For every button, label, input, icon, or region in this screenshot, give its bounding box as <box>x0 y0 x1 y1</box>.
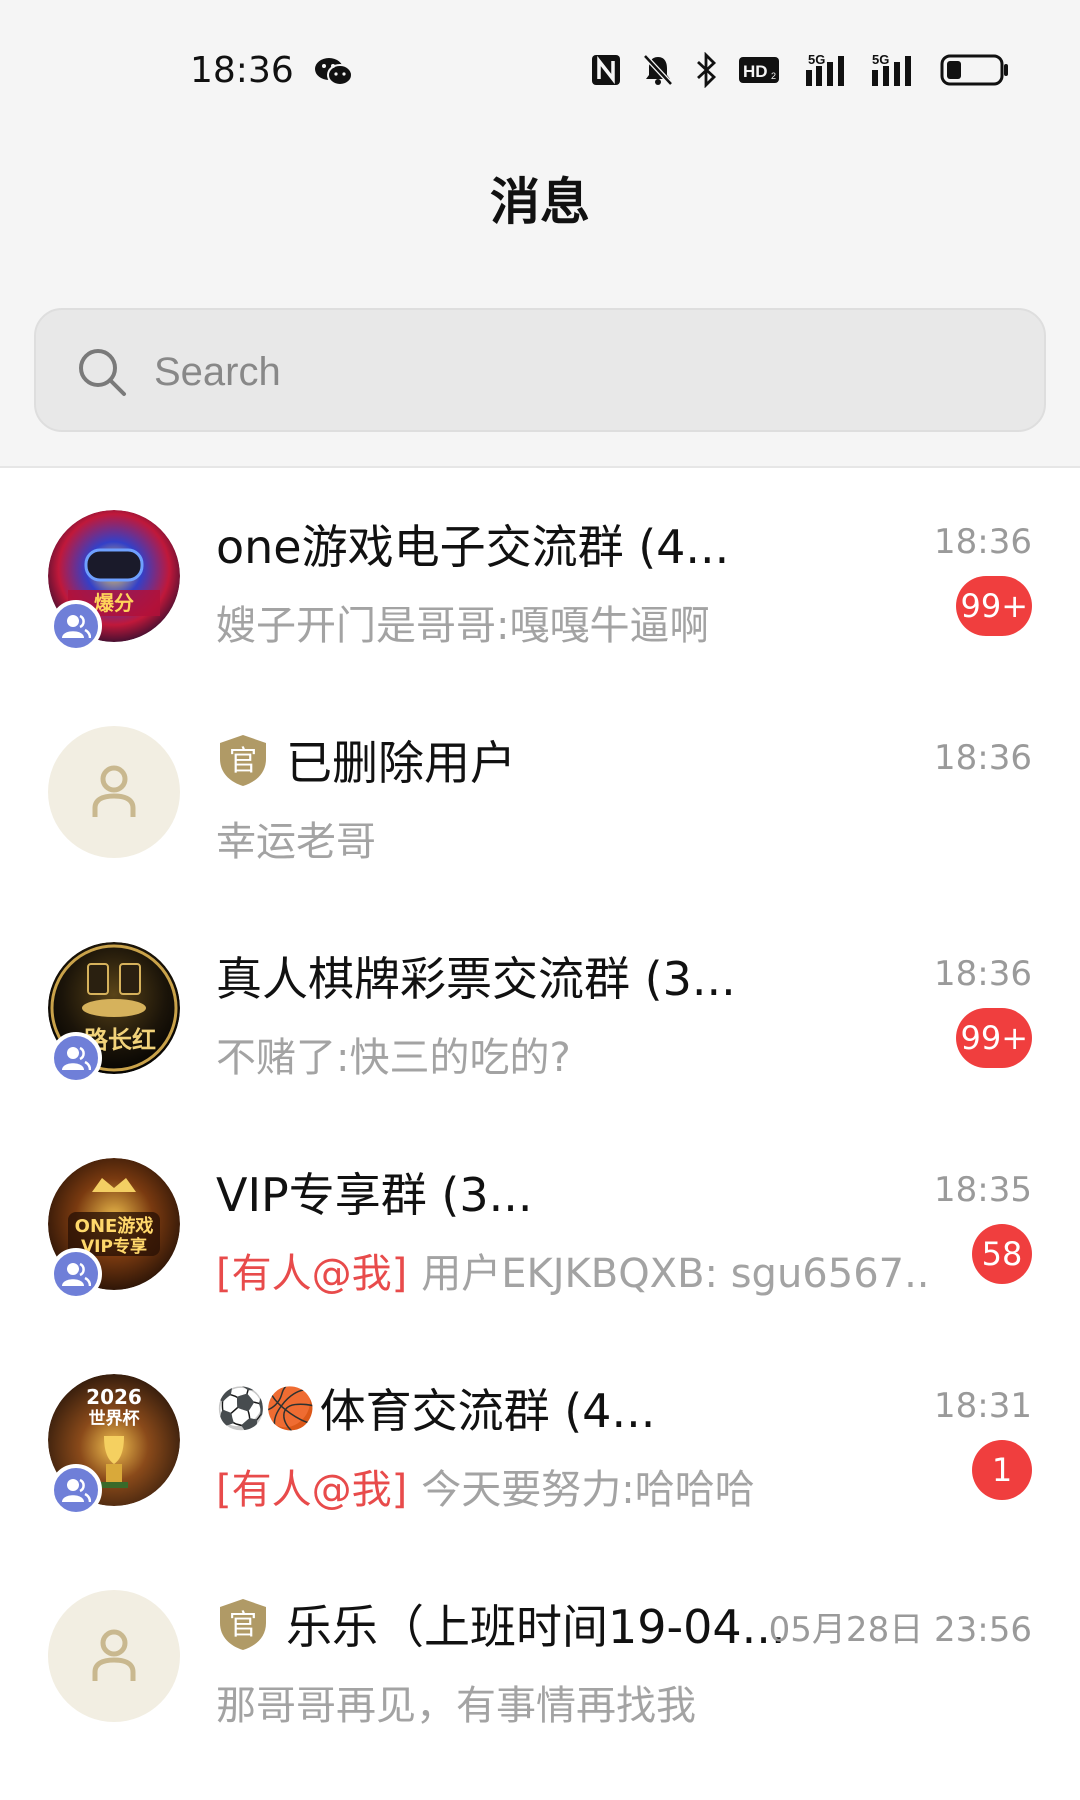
group-icon <box>62 1262 91 1287</box>
signal-5g-icon: 5G <box>806 52 844 86</box>
avatar: 爆分 <box>48 510 180 652</box>
status-icons: HD 2 5G 5G <box>590 48 1010 92</box>
title-line: one游戏电子交流群 (4... <box>216 514 729 574</box>
unread-badge: 99+ <box>956 576 1032 636</box>
user-icon <box>92 1629 136 1681</box>
preview-line: [有人@我] 用户EKJKBQXB: sgu6567.. <box>216 1242 930 1298</box>
avatar: 路长红 <box>48 942 180 1084</box>
preview-line: 幸运老哥 <box>216 810 376 866</box>
conversation-row[interactable]: 路长红 真人棋牌彩票交流群 (3... 18:36 不赌了:快三的吃的? 99+ <box>0 902 1080 1118</box>
unread-badge: 99+ <box>956 1008 1032 1068</box>
default-avatar <box>48 1590 180 1722</box>
avatar: ONE游戏 VIP专享 <box>48 1158 180 1300</box>
conversation-row[interactable]: 官 乐乐（上班时间19-04... 05月28日 23:56 那哥哥再见，有事情… <box>0 1550 1080 1766</box>
default-avatar <box>48 726 180 858</box>
mention-tag: [有人@我] <box>216 1251 408 1297</box>
sports-ball-icon: ⚽🏀 <box>216 1385 316 1432</box>
conversation-preview: 嫂子开门是哥哥:嘎嘎牛逼啊 <box>216 603 710 649</box>
official-tag-label: 官 <box>228 744 257 777</box>
svg-text:HD: HD <box>743 62 768 81</box>
group-icon <box>62 1478 91 1503</box>
conversation-title: one游戏电子交流群 (4... <box>216 520 730 574</box>
search-bar[interactable] <box>34 308 1046 432</box>
user-icon <box>92 765 136 817</box>
group-badge <box>50 1032 102 1084</box>
conversation-time: 18:36 <box>934 738 1032 778</box>
conversation-title: 已删除用户 <box>286 736 516 790</box>
preview-line: [有人@我] 今天要努力:哈哈哈 <box>216 1458 755 1514</box>
group-badge <box>50 600 102 652</box>
svg-text:5G: 5G <box>872 52 889 67</box>
conversation-title: 体育交流群 (4... <box>319 1384 656 1438</box>
preview-line: 那哥哥再见，有事情再找我 <box>216 1674 696 1730</box>
conversation-list: 爆分 one游戏电子交流群 (4... 18:36 嫂子开门是哥哥:嘎嘎牛逼啊 … <box>0 470 1080 1766</box>
nfc-icon <box>592 55 620 85</box>
svg-text:爆分: 爆分 <box>94 591 134 615</box>
preview-line: 嫂子开门是哥哥:嘎嘎牛逼啊 <box>216 594 709 650</box>
conversation-time: 05月28日 23:56 <box>768 1610 1032 1650</box>
wechat-icon <box>315 58 353 86</box>
conversation-preview: 幸运老哥 <box>216 819 376 865</box>
title-line: VIP专享群 (3... <box>216 1162 532 1222</box>
conversation-row[interactable]: 官 已删除用户 18:36 幸运老哥 <box>0 686 1080 902</box>
group-badge <box>50 1248 102 1300</box>
conversation-time: 18:31 <box>934 1386 1032 1426</box>
conversation-row[interactable]: ONE游戏 VIP专享 VIP专享群 (3... 18:35 [有人@我] 用户… <box>0 1118 1080 1334</box>
battery-icon <box>940 54 1008 86</box>
bluetooth-icon <box>697 52 717 88</box>
title-line: 官 乐乐（上班时间19-04... <box>216 1594 786 1654</box>
group-icon <box>62 614 91 639</box>
conversation-time: 18:36 <box>934 954 1032 994</box>
search-icon <box>79 349 126 396</box>
bell-off-icon <box>643 54 673 86</box>
svg-text:2: 2 <box>771 71 776 81</box>
conversation-row[interactable]: 2026 世界杯 ⚽🏀 体育交流群 (4... 18:31 [有人@我] 今天要… <box>0 1334 1080 1550</box>
conversation-preview: 那哥哥再见，有事情再找我 <box>216 1683 696 1729</box>
unread-badge: 1 <box>972 1440 1032 1500</box>
group-badge <box>50 1464 102 1516</box>
search-input[interactable] <box>154 338 754 406</box>
official-tag-label: 官 <box>228 1608 257 1641</box>
title-line: 真人棋牌彩票交流群 (3... <box>216 946 736 1006</box>
conversation-title: 乐乐（上班时间19-04... <box>286 1600 786 1654</box>
page-title: 消息 <box>490 173 590 231</box>
conversation-title: 真人棋牌彩票交流群 (3... <box>216 952 736 1006</box>
top-section: 18:36 HD 2 5G 5G 消息 Search <box>0 0 1080 468</box>
official-tag: 官 <box>216 733 270 787</box>
avatar: 2026 世界杯 <box>48 1374 180 1516</box>
preview-line: 不赌了:快三的吃的? <box>216 1026 571 1082</box>
title-line: 官 已删除用户 <box>216 730 516 790</box>
svg-text:5G: 5G <box>808 52 825 67</box>
conversation-time: 18:36 <box>934 522 1032 562</box>
status-time: 18:36 <box>190 50 294 91</box>
conversation-preview: 今天要努力:哈哈哈 <box>421 1467 755 1513</box>
signal-5g-icon: 5G <box>872 52 911 86</box>
svg-text:ONE游戏: ONE游戏 <box>75 1215 154 1237</box>
svg-text:2026: 2026 <box>86 1385 142 1409</box>
group-icon <box>62 1046 91 1071</box>
conversation-time: 18:35 <box>934 1170 1032 1210</box>
hd-voice-icon: HD 2 <box>739 57 779 83</box>
conversation-preview: 不赌了:快三的吃的? <box>216 1035 571 1081</box>
unread-badge: 58 <box>972 1224 1032 1284</box>
conversation-title: VIP专享群 (3... <box>216 1168 533 1222</box>
avatar <box>48 1590 180 1722</box>
official-tag: 官 <box>216 1597 270 1651</box>
conversation-preview: 用户EKJKBQXB: sgu6567.. <box>421 1251 930 1297</box>
conversation-row[interactable]: 爆分 one游戏电子交流群 (4... 18:36 嫂子开门是哥哥:嘎嘎牛逼啊 … <box>0 470 1080 686</box>
avatar <box>48 726 180 858</box>
svg-text:世界杯: 世界杯 <box>89 1408 140 1429</box>
title-line: ⚽🏀 体育交流群 (4... <box>216 1378 655 1438</box>
mention-tag: [有人@我] <box>216 1467 408 1513</box>
